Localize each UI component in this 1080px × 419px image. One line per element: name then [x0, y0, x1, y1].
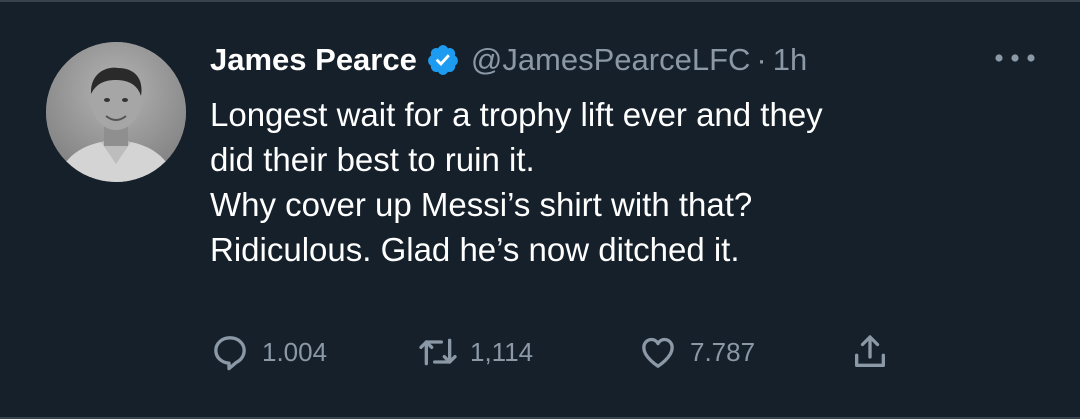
tweet-card[interactable]: James Pearce @JamesPearceLFC · 1h Longes… [0, 0, 1080, 419]
retweet-count: 1,114 [470, 336, 534, 367]
author-handle[interactable]: @JamesPearceLFC [471, 42, 751, 78]
heart-icon [638, 332, 678, 372]
more-options-icon[interactable] [990, 48, 1040, 68]
tweet-text-line: Ridiculous. Glad he’s now ditched it. [210, 231, 740, 268]
retweet-icon [418, 332, 458, 372]
retweet-button[interactable]: 1,114 [418, 330, 533, 374]
verified-badge-icon [426, 43, 460, 77]
reply-icon [210, 332, 250, 372]
tweet-timestamp[interactable]: 1h [773, 42, 807, 78]
share-button[interactable] [850, 330, 890, 374]
reply-count: 1.004 [262, 336, 328, 367]
tweet-text-line: Why cover up Messi’s shirt with that? [210, 186, 753, 223]
like-button[interactable]: 7.787 [638, 330, 755, 374]
author-avatar[interactable] [46, 42, 186, 182]
tweet-header: James Pearce @JamesPearceLFC · 1h [210, 38, 807, 82]
tweet-text-line: did their best to ruin it. [210, 141, 535, 178]
reply-button[interactable]: 1.004 [210, 330, 327, 374]
profile-photo [46, 42, 186, 182]
like-count: 7.787 [690, 336, 756, 367]
tweet-text: Longest wait for a trophy lift ever and … [210, 92, 1050, 272]
tweet-text-line: Longest wait for a trophy lift ever and … [210, 96, 823, 133]
author-name[interactable]: James Pearce [210, 42, 417, 78]
header-separator: · [756, 42, 767, 77]
share-icon [850, 332, 890, 372]
